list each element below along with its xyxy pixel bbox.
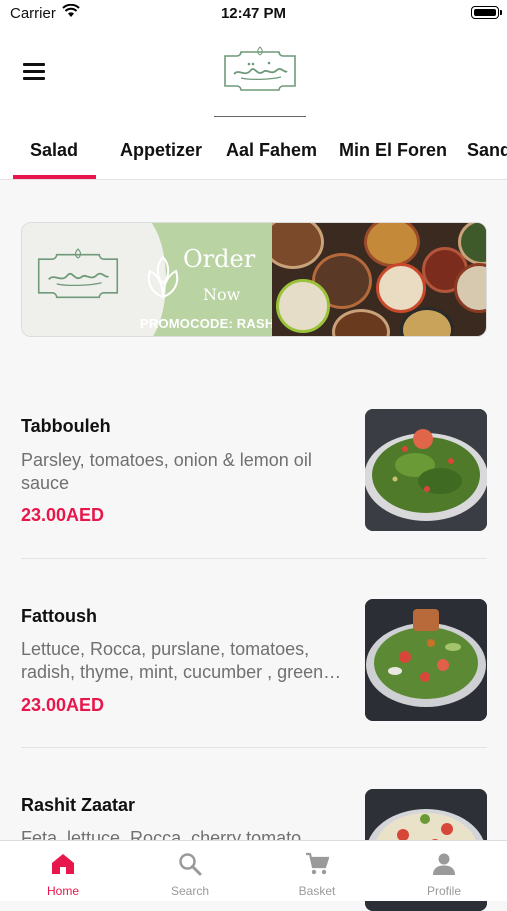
- home-icon: [52, 854, 74, 874]
- tab-sandwiches[interactable]: Sand: [467, 140, 507, 161]
- banner-logo: [37, 248, 119, 299]
- tab-search[interactable]: Search: [127, 841, 253, 901]
- tab-label: Search: [170, 884, 210, 898]
- promo-banner[interactable]: Order Now PROMOCODE: RASHIT20: [21, 222, 487, 337]
- tab-aal-fahem[interactable]: Aal Fahem: [226, 140, 317, 161]
- item-title: Rashit Zaatar: [21, 795, 136, 815]
- banner-food-image: [272, 223, 486, 336]
- divider: [21, 747, 487, 748]
- tab-min-el-foren[interactable]: Min El Foren: [339, 140, 447, 161]
- active-tab-indicator: [13, 175, 96, 179]
- item-title: Tabbouleh: [21, 416, 111, 436]
- status-bar: Carrier 12:47 PM: [0, 0, 507, 30]
- battery-icon: [471, 6, 502, 19]
- item-price: 23.00AED: [21, 505, 105, 525]
- bottom-tab-bar: Home Search Basket Profile: [0, 840, 507, 901]
- tab-label: Basket: [298, 884, 336, 898]
- tab-salad[interactable]: Salad: [30, 140, 78, 161]
- item-title: Fattoush: [21, 606, 97, 626]
- cart-icon: [306, 852, 329, 875]
- tab-label: Profile: [426, 884, 461, 898]
- banner-title: Order: [183, 245, 256, 273]
- tab-basket[interactable]: Basket: [254, 841, 380, 901]
- tab-appetizer[interactable]: Appetizer: [120, 140, 202, 161]
- tab-home[interactable]: Home: [0, 841, 126, 901]
- app-header: [0, 30, 507, 128]
- item-description: Lettuce, Rocca, purslane, tomatoes, radi…: [21, 639, 324, 682]
- banner-subtitle: Now: [203, 285, 241, 304]
- logo[interactable]: [219, 46, 301, 96]
- search-icon: [179, 853, 202, 876]
- category-tabs: Salad Appetizer Aal Fahem Min El Foren S…: [0, 128, 507, 180]
- tab-profile[interactable]: Profile: [381, 841, 507, 901]
- logo-underline: [214, 116, 306, 117]
- hamburger-menu-icon[interactable]: [23, 63, 47, 81]
- divider: [21, 558, 487, 559]
- item-image: [365, 409, 487, 531]
- leaf-icon: [147, 255, 179, 299]
- item-image: [365, 599, 487, 721]
- profile-icon: [433, 853, 455, 875]
- clock: 12:47 PM: [220, 5, 287, 22]
- item-price: 23.00AED: [21, 695, 105, 715]
- item-description: Parsley, tomatoes, onion & lemon oil sau…: [21, 450, 312, 493]
- tab-label: Home: [46, 884, 79, 898]
